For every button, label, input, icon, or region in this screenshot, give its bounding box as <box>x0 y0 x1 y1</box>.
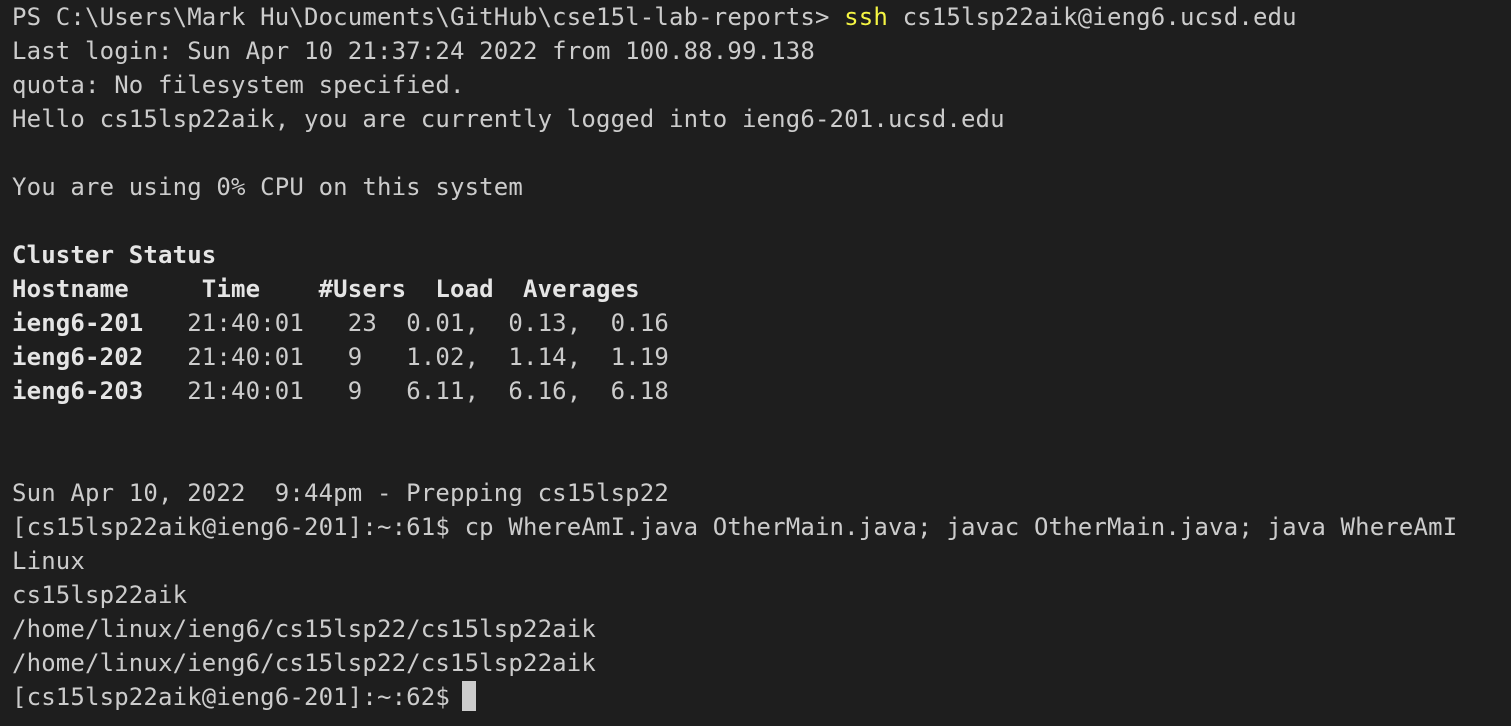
cluster-row: ieng6-202 21:40:01 9 1.02, 1.14, 1.19 <box>12 340 1511 374</box>
output-dir: /home/linux/ieng6/cs15lsp22/cs15lsp22aik <box>12 649 596 677</box>
ssh-args: cs15lsp22aik@ieng6.ucsd.edu <box>887 3 1297 31</box>
cluster-values: 21:40:01 23 0.01, 0.13, 0.16 <box>143 309 669 337</box>
ps-prompt: PS C:\Users\Mark Hu\Documents\GitHub\cse… <box>12 3 845 31</box>
hello-line: Hello cs15lsp22aik, you are currently lo… <box>12 105 1005 133</box>
output-os: Linux <box>12 547 85 575</box>
cluster-values: 21:40:01 9 6.11, 6.16, 6.18 <box>143 377 669 405</box>
cluster-hostname: ieng6-201 <box>12 309 144 337</box>
output-user: cs15lsp22aik <box>12 581 188 609</box>
ssh-command: ssh <box>844 3 888 31</box>
output-home: /home/linux/ieng6/cs15lsp22/cs15lsp22aik <box>12 615 596 643</box>
cluster-hostname: ieng6-203 <box>12 377 144 405</box>
cluster-values: 21:40:01 9 1.02, 1.14, 1.19 <box>143 343 669 371</box>
remote-prompt: [cs15lsp22aik@ieng6-201]:~:62$ <box>12 683 450 711</box>
remote-command-line: [cs15lsp22aik@ieng6-201]:~:61$ cp WhereA… <box>12 513 1458 541</box>
cluster-hostname: ieng6-202 <box>12 343 144 371</box>
quota-line: quota: No filesystem specified. <box>12 71 465 99</box>
cluster-row: ieng6-201 21:40:01 23 0.01, 0.13, 0.16 <box>12 306 1511 340</box>
cluster-status-heading: Cluster Status <box>12 241 217 269</box>
last-login-line: Last login: Sun Apr 10 21:37:24 2022 fro… <box>12 37 815 65</box>
cluster-row: ieng6-203 21:40:01 9 6.11, 6.16, 6.18 <box>12 374 1511 408</box>
terminal-window[interactable]: PS C:\Users\Mark Hu\Documents\GitHub\cse… <box>0 0 1511 726</box>
current-prompt-line[interactable]: [cs15lsp22aik@ieng6-201]:~:62$ <box>12 680 1511 714</box>
cursor-block[interactable] <box>461 681 476 711</box>
date-line: Sun Apr 10, 2022 9:44pm - Prepping cs15l… <box>12 479 669 507</box>
ps-command-line: PS C:\Users\Mark Hu\Documents\GitHub\cse… <box>12 0 1511 34</box>
cpu-line: You are using 0% CPU on this system <box>12 173 523 201</box>
cluster-table-header: Hostname Time #Users Load Averages <box>12 275 640 303</box>
